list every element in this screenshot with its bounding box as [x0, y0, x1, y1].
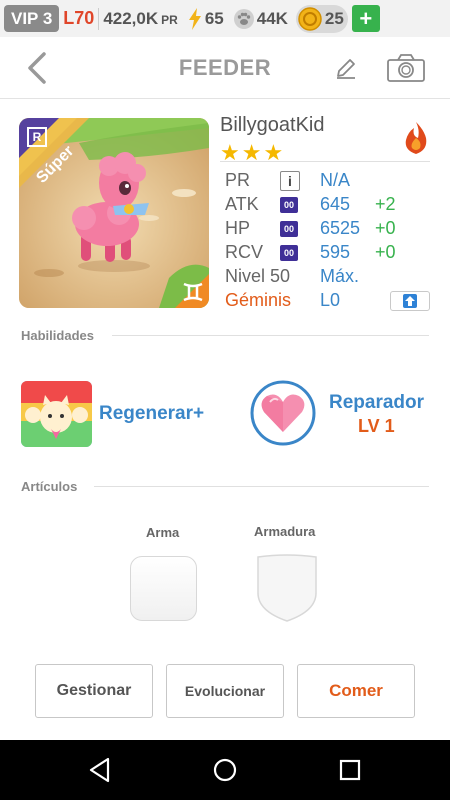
- section-divider: [112, 335, 429, 336]
- stat-bonus: +0: [375, 218, 396, 238]
- divider: [98, 7, 100, 30]
- feeder-screen: VIP 3 L70 422,0K PR 65 44K 25 + FEEDER R…: [0, 0, 450, 800]
- energy-display: 65: [188, 7, 224, 30]
- paws-value: 44K: [256, 8, 288, 28]
- regen-skill-art: [21, 381, 92, 447]
- armor-slot-label: Armadura: [254, 524, 316, 539]
- player-level: L70: [63, 8, 95, 28]
- power-value: 422,0K: [103, 8, 159, 28]
- heart-skill-icon[interactable]: [250, 380, 316, 446]
- system-navigation-bar: [0, 740, 450, 800]
- coins-value: 25: [324, 8, 344, 28]
- fire-element-icon: [405, 122, 427, 154]
- page-title: FEEDER: [178, 54, 272, 80]
- evolve-button[interactable]: Evolucionar: [166, 664, 284, 718]
- player-status-bar: VIP 3 L70 422,0K PR 65 44K 25 +: [0, 0, 450, 37]
- skill-name[interactable]: Reparador: [329, 392, 424, 414]
- skill-name[interactable]: Regenerar+: [99, 403, 204, 425]
- stat-label: HP: [225, 218, 251, 238]
- stat-row-level: Nivel 50 Máx.: [220, 266, 435, 290]
- stat-bonus: +0: [375, 242, 396, 262]
- stat-row-zodiac: Géminis L0: [220, 290, 435, 314]
- pet-portrait[interactable]: R Súper: [19, 118, 209, 308]
- stat-label: RCV: [225, 242, 264, 262]
- add-currency-button[interactable]: +: [351, 5, 380, 32]
- info-icon[interactable]: i: [280, 171, 300, 191]
- stat-label: ATK: [225, 194, 259, 214]
- stat-value: 645: [320, 194, 351, 214]
- weapon-slot[interactable]: [130, 556, 197, 621]
- stat-row-hp: HP 00 6525 +0: [220, 218, 435, 242]
- zodiac-level: L0: [320, 290, 341, 310]
- power-unit: PR: [161, 12, 178, 27]
- arrow-up-icon: [403, 294, 417, 308]
- camera-icon[interactable]: [386, 53, 426, 83]
- nav-recent-apps-icon[interactable]: [339, 759, 361, 781]
- skills-section-title: Habilidades: [21, 328, 94, 343]
- stat-label: PR: [225, 170, 251, 190]
- level-value: Máx.: [320, 266, 360, 286]
- gem-slot-icon: 00: [280, 245, 298, 261]
- paws-display: 44K: [233, 8, 288, 29]
- stat-bonus: +2: [375, 194, 396, 214]
- vip-badge[interactable]: VIP 3: [4, 5, 60, 32]
- star-rating: ★★★: [220, 140, 286, 165]
- lightning-icon: [188, 7, 201, 30]
- eat-button[interactable]: Comer: [297, 664, 415, 718]
- armor-slot-shield-icon[interactable]: [254, 553, 320, 623]
- coins-display[interactable]: 25: [295, 4, 348, 33]
- items-section-title: Artículos: [21, 479, 78, 494]
- pet-name: BillygoatKid: [220, 114, 325, 136]
- skill-level: LV 1: [358, 416, 395, 436]
- section-divider: [94, 486, 429, 487]
- name-divider: [220, 161, 430, 162]
- paw-icon: [233, 8, 254, 29]
- pet-portrait-art: [19, 118, 209, 308]
- gem-slot-icon: 00: [280, 221, 298, 237]
- edit-pencil-icon[interactable]: [333, 55, 359, 81]
- gemini-zodiac-icon: [183, 282, 203, 302]
- back-arrow-icon[interactable]: [22, 51, 52, 85]
- stat-value: 595: [320, 242, 351, 262]
- manage-button[interactable]: Gestionar: [35, 664, 153, 718]
- rarity-badge: R: [27, 127, 47, 147]
- level-label: Nivel 50: [225, 266, 291, 286]
- page-header: FEEDER: [0, 37, 450, 99]
- gem-slot-icon: 00: [280, 197, 298, 213]
- stat-row-pr: PR i N/A: [220, 170, 435, 194]
- stat-row-atk: ATK 00 645 +2: [220, 194, 435, 218]
- zodiac-upgrade-button[interactable]: [390, 291, 430, 311]
- power-display: 422,0K PR: [103, 9, 178, 29]
- pet-stats: PR i N/A ATK 00 645 +2 HP 00 6525 +0 RCV…: [220, 170, 435, 314]
- stat-row-rcv: RCV 00 595 +0: [220, 242, 435, 266]
- zodiac-label: Géminis: [225, 290, 292, 310]
- stat-value: 6525: [320, 218, 361, 238]
- nav-home-icon[interactable]: [213, 758, 237, 782]
- weapon-slot-label: Arma: [146, 525, 180, 540]
- energy-value: 65: [204, 8, 224, 28]
- skill-regenerar-icon[interactable]: [21, 381, 92, 447]
- coin-icon: [298, 6, 322, 31]
- stat-value: N/A: [320, 170, 351, 190]
- nav-back-icon[interactable]: [88, 757, 112, 783]
